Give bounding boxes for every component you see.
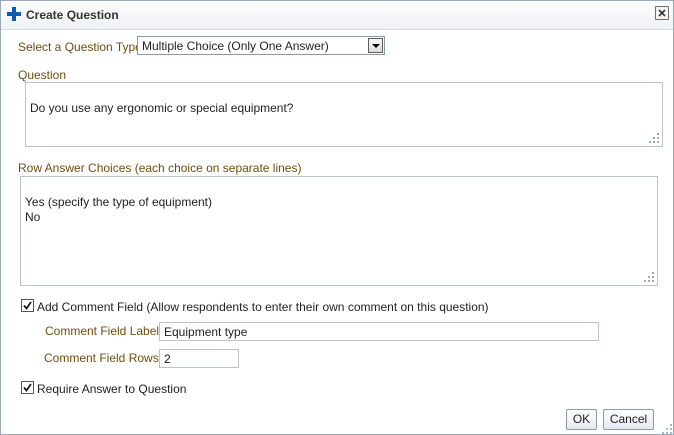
resize-grip-icon[interactable] bbox=[644, 272, 654, 282]
question-text: Do you use any ergonomic or special equi… bbox=[30, 101, 294, 115]
question-type-select[interactable]: Multiple Choice (Only One Answer) bbox=[137, 36, 385, 55]
ok-button[interactable]: OK bbox=[566, 409, 597, 430]
require-answer-checkbox[interactable] bbox=[21, 381, 34, 394]
question-textarea[interactable]: Do you use any ergonomic or special equi… bbox=[25, 82, 663, 147]
cancel-button[interactable]: Cancel bbox=[603, 409, 654, 430]
dialog-resize-grip-icon[interactable] bbox=[660, 422, 672, 434]
comment-field-label-input[interactable]: Equipment type bbox=[159, 322, 599, 341]
add-comment-label: Add Comment Field (Allow respondents to … bbox=[37, 300, 489, 314]
checkmark-icon bbox=[23, 383, 32, 392]
comment-field-label-caption: Comment Field Label bbox=[45, 324, 160, 338]
comment-field-rows-value: 2 bbox=[164, 352, 171, 366]
comment-field-rows-caption: Comment Field Rows bbox=[44, 351, 159, 365]
answers-label: Row Answer Choices (each choice on separ… bbox=[18, 161, 302, 175]
comment-field-label-value: Equipment type bbox=[164, 325, 248, 339]
require-answer-label: Require Answer to Question bbox=[37, 382, 187, 396]
create-question-dialog: Create Question Select a Question Type M… bbox=[0, 0, 674, 435]
question-type-label: Select a Question Type bbox=[18, 40, 142, 54]
dialog-titlebar[interactable]: Create Question bbox=[1, 1, 673, 30]
plus-icon bbox=[7, 7, 21, 21]
question-label: Question bbox=[18, 68, 67, 82]
answers-textarea[interactable]: Yes (specify the type of equipment) No bbox=[20, 176, 658, 286]
answers-text: Yes (specify the type of equipment) No bbox=[25, 195, 212, 224]
chevron-down-icon[interactable] bbox=[368, 38, 383, 53]
question-type-value: Multiple Choice (Only One Answer) bbox=[142, 39, 329, 53]
comment-field-rows-input[interactable]: 2 bbox=[159, 349, 239, 368]
add-comment-checkbox[interactable] bbox=[21, 299, 34, 312]
checkmark-icon bbox=[23, 301, 32, 310]
resize-grip-icon[interactable] bbox=[649, 133, 659, 143]
dialog-title: Create Question bbox=[26, 8, 119, 22]
close-icon bbox=[658, 9, 666, 17]
close-button[interactable] bbox=[655, 6, 669, 20]
